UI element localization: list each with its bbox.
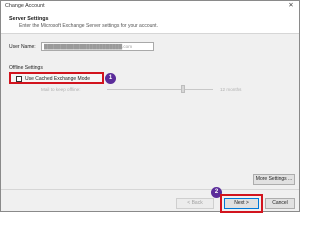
offline-settings-label: Offline Settings <box>9 65 43 71</box>
title-bar: Change Account ✕ <box>1 1 299 12</box>
mail-offline-slider-track <box>107 89 213 90</box>
back-button[interactable]: < Back <box>176 198 214 209</box>
window-title: Change Account <box>5 3 45 9</box>
next-button[interactable]: Next > <box>224 198 259 209</box>
header-title: Server Settings <box>9 16 49 22</box>
user-name-field[interactable]: ████████████████████████.com <box>41 42 154 51</box>
cached-mode-highlight: Use Cached Exchange Mode <box>9 72 104 84</box>
more-settings-button[interactable]: More Settings ... <box>253 174 295 185</box>
step-1-badge: 1 <box>105 73 116 84</box>
cached-mode-checkbox[interactable] <box>16 76 22 82</box>
cancel-button[interactable]: Cancel <box>265 198 295 209</box>
mail-offline-slider-thumb <box>181 85 185 93</box>
footer-divider <box>1 189 299 190</box>
mail-offline-value: 12 months <box>220 87 242 92</box>
dialog-header: Server Settings Enter the Microsoft Exch… <box>1 12 299 34</box>
change-account-dialog: Change Account ✕ Server Settings Enter t… <box>0 0 300 213</box>
header-subtitle: Enter the Microsoft Exchange Server sett… <box>19 23 158 29</box>
close-icon[interactable]: ✕ <box>287 2 295 10</box>
mail-offline-label: Mail to keep offline: <box>41 87 81 92</box>
user-name-value: ████████████████████████.com <box>44 44 133 49</box>
cached-mode-label[interactable]: Use Cached Exchange Mode <box>25 76 90 82</box>
user-name-label: User Name: <box>9 44 36 50</box>
